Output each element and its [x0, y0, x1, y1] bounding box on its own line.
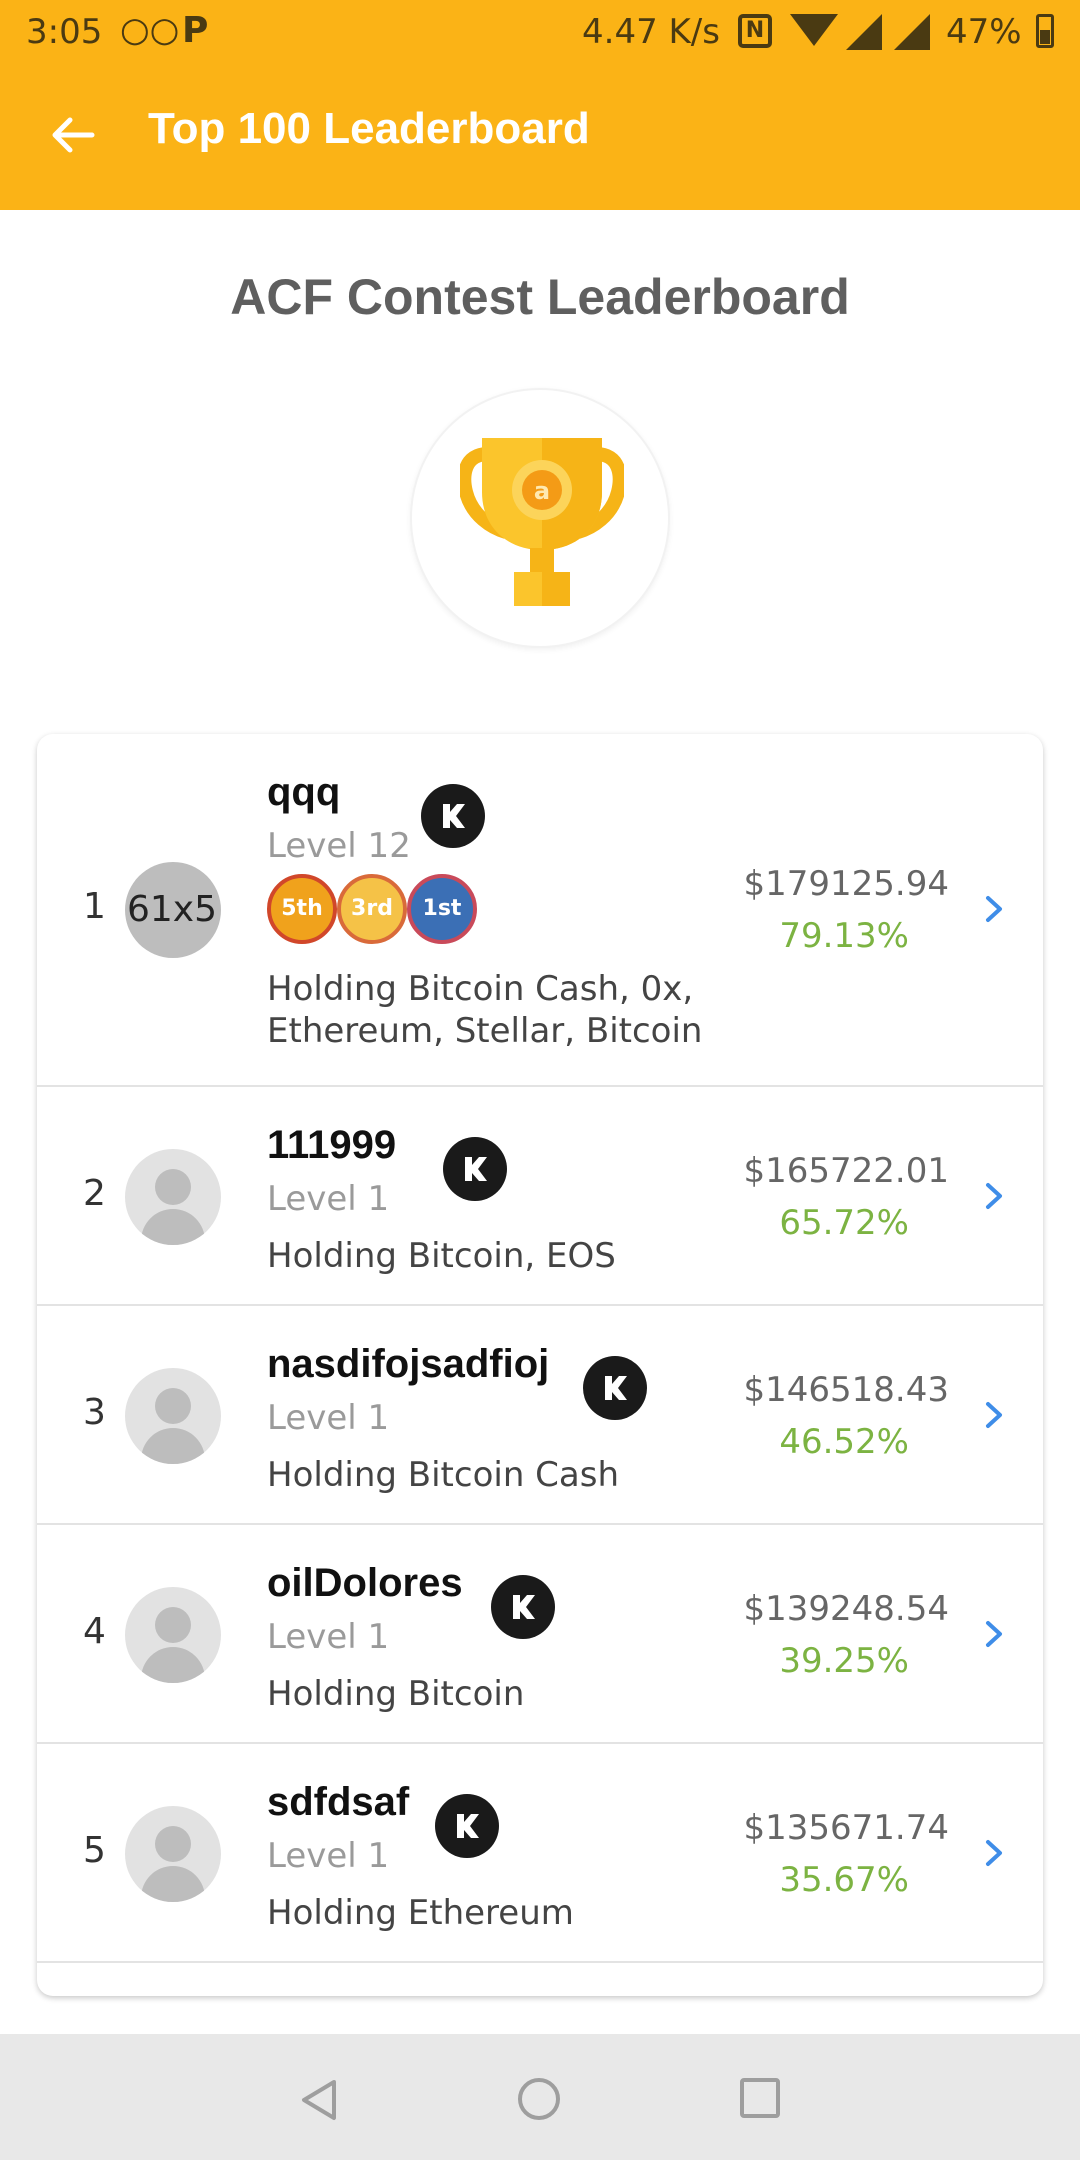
- leaderboard-row[interactable]: 5 sdfdsaf Level 1 Holding Ethereum $1356…: [37, 1744, 1043, 1963]
- status-time: 3:05: [26, 12, 103, 52]
- holdings-text: Holding Ethereum: [267, 1893, 574, 1933]
- username: sdfdsaf: [267, 1780, 410, 1824]
- user-level: Level 1: [267, 1398, 390, 1438]
- trophy-badge: a: [410, 388, 670, 648]
- signal-roaming-icon: [894, 14, 930, 50]
- svg-text:a: a: [534, 477, 550, 505]
- leaderboard-row[interactable]: 4 oilDolores Level 1 Holding Bitcoin $13…: [37, 1525, 1043, 1744]
- holdings-text: Holding Bitcoin: [267, 1674, 525, 1714]
- avatar: [125, 1806, 221, 1902]
- k-badge-icon: [421, 784, 485, 848]
- chevron-right-icon[interactable]: [979, 1181, 1009, 1211]
- medal-3rd-icon: 3rd: [337, 874, 407, 944]
- notification-app-icon: P: [182, 10, 209, 51]
- percent-change: 35.67%: [779, 1860, 909, 1900]
- leaderboard-row[interactable]: 3 nasdifojsadfioj Level 1 Holding Bitcoi…: [37, 1306, 1043, 1525]
- rank-number: 5: [83, 1830, 106, 1871]
- avatar: [125, 1149, 221, 1245]
- system-nav-bar: [0, 2034, 1080, 2160]
- avatar: [125, 1587, 221, 1683]
- percent-change: 65.72%: [779, 1203, 909, 1243]
- nav-back-icon[interactable]: [298, 2078, 342, 2122]
- percent-change: 79.13%: [779, 916, 909, 956]
- holdings-text: Holding Bitcoin, EOS: [267, 1236, 616, 1276]
- portfolio-value: $179125.94: [743, 864, 950, 904]
- percent-change: 39.25%: [779, 1641, 909, 1681]
- chevron-right-icon[interactable]: [979, 894, 1009, 924]
- app-header: 3:05 ○○ P 4.47 K/s N 47% Top 100 Leaderb…: [0, 0, 1080, 210]
- username: oilDolores: [267, 1561, 463, 1605]
- nav-recents-icon[interactable]: [740, 2078, 780, 2118]
- leaderboard-row[interactable]: 1 61x57 qqq Level 12 5th 3rd 1st Holding…: [37, 734, 1043, 1087]
- user-level: Level 1: [267, 1179, 390, 1219]
- status-bar: 3:05 ○○ P 4.47 K/s N 47%: [0, 0, 1080, 66]
- avatar: [125, 1368, 221, 1464]
- signal-icon: [846, 14, 882, 50]
- holdings-text: Holding Bitcoin Cash: [267, 1455, 620, 1495]
- wifi-icon: [790, 14, 838, 46]
- portfolio-value: $139248.54: [743, 1589, 950, 1629]
- medal-5th-icon: 5th: [267, 874, 337, 944]
- contest-title: ACF Contest Leaderboard: [230, 269, 850, 325]
- username: nasdifojsadfioj: [267, 1342, 550, 1386]
- page-title: Top 100 Leaderboard: [148, 104, 590, 153]
- chevron-right-icon[interactable]: [979, 1400, 1009, 1430]
- k-badge-icon: [583, 1356, 647, 1420]
- portfolio-value: $146518.43: [743, 1370, 950, 1410]
- username: 111999: [267, 1123, 397, 1167]
- battery-icon: [1036, 14, 1054, 48]
- avatar: 61x57: [125, 862, 221, 958]
- medal-1st-icon: 1st: [407, 874, 477, 944]
- nav-home-icon[interactable]: [518, 2078, 560, 2120]
- chevron-right-icon[interactable]: [979, 1838, 1009, 1868]
- arrow-back-icon[interactable]: [48, 110, 98, 160]
- k-badge-icon: [443, 1137, 507, 1201]
- k-badge-icon: [491, 1575, 555, 1639]
- rank-number: 1: [83, 886, 106, 927]
- battery-level: 47%: [946, 12, 1022, 52]
- user-level: Level 1: [267, 1836, 390, 1876]
- username: qqq: [267, 770, 341, 814]
- nfc-icon: N: [738, 14, 772, 48]
- user-level: Level 12: [267, 826, 411, 866]
- network-speed: 4.47 K/s: [582, 12, 720, 52]
- user-level: Level 1: [267, 1617, 390, 1657]
- chevron-right-icon[interactable]: [979, 1619, 1009, 1649]
- rank-number: 2: [83, 1173, 106, 1214]
- portfolio-value: $165722.01: [743, 1151, 950, 1191]
- percent-change: 46.52%: [779, 1422, 909, 1462]
- leaderboard-list: 1 61x57 qqq Level 12 5th 3rd 1st Holding…: [37, 734, 1043, 1996]
- trophy-icon: a: [460, 438, 624, 606]
- leaderboard-row[interactable]: 2 111999 Level 1 Holding Bitcoin, EOS $1…: [37, 1087, 1043, 1306]
- portfolio-value: $135671.74: [743, 1808, 950, 1848]
- holdings-text: Holding Bitcoin Cash, 0x, Ethereum, Stel…: [267, 969, 703, 1051]
- k-badge-icon: [435, 1794, 499, 1858]
- voicemail-icon: ○○: [120, 10, 180, 50]
- rank-number: 3: [83, 1392, 106, 1433]
- rank-number: 4: [83, 1611, 106, 1652]
